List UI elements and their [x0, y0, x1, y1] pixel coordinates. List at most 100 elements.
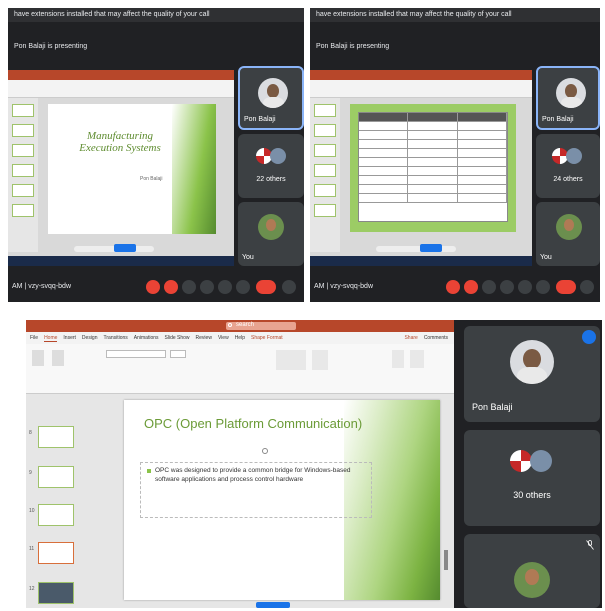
slide-thumbnail[interactable]	[314, 124, 336, 137]
microphone-off-icon[interactable]	[446, 280, 460, 294]
presenting-label: Pon Balaji is presenting	[14, 43, 88, 50]
thumb-number: 10	[29, 508, 35, 514]
check-icon[interactable]	[282, 280, 296, 294]
participant-tile-others[interactable]: 24 others	[536, 134, 600, 198]
tab-animations[interactable]: Animations	[134, 335, 159, 341]
slide-thumbnail[interactable]	[314, 164, 336, 177]
tab-help[interactable]: Help	[235, 335, 245, 341]
designer-button[interactable]	[410, 350, 424, 368]
participant-tile-others[interactable]: 30 others	[464, 430, 600, 526]
captions-icon[interactable]	[182, 280, 196, 294]
powerpoint-title-bar	[310, 70, 532, 80]
slide-thumbnail[interactable]	[12, 144, 34, 157]
slide-thumbnail[interactable]	[38, 466, 74, 488]
tab-slide-show[interactable]: Slide Show	[165, 335, 190, 341]
logo-icon	[510, 450, 532, 472]
arrange-button[interactable]	[312, 350, 328, 370]
slide-thumbnail[interactable]	[38, 542, 74, 564]
slide-thumbnail[interactable]	[38, 582, 74, 604]
slide-text-box[interactable]: OPC was designed to provide a common bri…	[140, 462, 372, 518]
participant-tile-others[interactable]: 22 others	[238, 134, 304, 198]
font-selector[interactable]	[106, 350, 166, 358]
slide-thumbnail[interactable]	[12, 204, 34, 217]
camera-off-icon[interactable]	[164, 280, 178, 294]
slide-thumbnail[interactable]	[12, 124, 34, 137]
raise-hand-icon[interactable]	[200, 280, 214, 294]
participant-tile-pon-balaji[interactable]: Pon Balaji	[238, 66, 304, 130]
new-slide-button[interactable]	[52, 350, 64, 366]
participant-tile-pon-balaji[interactable]: Pon Balaji	[536, 66, 600, 130]
meeting-code: AM | vzy-svqq-bdw	[314, 283, 373, 290]
participant-name: Pon Balaji	[244, 116, 276, 123]
slide-thumbnail[interactable]	[314, 144, 336, 157]
tab-view[interactable]: View	[218, 335, 229, 341]
others-count: 24 others	[553, 176, 583, 183]
slide-thumbnail[interactable]	[314, 184, 336, 197]
more-options-icon[interactable]	[236, 280, 250, 294]
captions-icon[interactable]	[482, 280, 496, 294]
presenting-label: Pon Balaji is presenting	[316, 43, 390, 50]
tab-insert[interactable]: Insert	[63, 335, 76, 341]
end-call-button[interactable]	[256, 280, 276, 294]
participant-tile-pon-balaji[interactable]: Pon Balaji	[464, 326, 600, 422]
scrollbar[interactable]	[444, 550, 448, 570]
check-icon[interactable]	[580, 280, 594, 294]
extensions-warning-banner: have extensions installed that may affec…	[8, 8, 304, 22]
slide-thumbnail[interactable]	[12, 104, 34, 117]
search-box[interactable]: search	[226, 322, 296, 330]
stop-presenting-button[interactable]	[420, 244, 442, 252]
more-options-icon[interactable]	[536, 280, 550, 294]
participant-tile-you[interactable]: You	[536, 202, 600, 266]
paste-button[interactable]	[32, 350, 44, 366]
avatar	[258, 78, 288, 108]
participant-tile-you[interactable]	[464, 534, 600, 608]
slide-thumbnail[interactable]	[314, 204, 336, 217]
avatar	[556, 214, 582, 240]
slide-thumbnail[interactable]	[314, 104, 336, 117]
stop-presenting-button[interactable]	[256, 602, 290, 608]
bullet-icon	[147, 469, 151, 473]
avatar	[510, 340, 554, 384]
raise-hand-icon[interactable]	[500, 280, 514, 294]
tab-review[interactable]: Review	[196, 335, 212, 341]
end-call-button[interactable]	[556, 280, 576, 294]
current-slide: OPC (Open Platform Communication) OPC wa…	[124, 400, 440, 600]
avatar	[514, 562, 550, 598]
speaking-indicator-icon	[582, 330, 596, 344]
ribbon-tabs: File Home Insert Design Transitions Anim…	[26, 332, 454, 344]
slide-thumbnail[interactable]	[12, 164, 34, 177]
avatar	[258, 214, 284, 240]
powerpoint-title-bar	[8, 70, 234, 80]
comments-button[interactable]: Comments	[424, 335, 448, 341]
powerpoint-ribbon	[8, 80, 234, 98]
participant-tile-you[interactable]: You	[238, 202, 304, 266]
ribbon-toolbar	[26, 344, 454, 394]
participant-name: Pon Balaji	[472, 402, 513, 412]
dictate-button[interactable]	[392, 350, 404, 368]
slide-thumbnail[interactable]	[38, 426, 74, 448]
meet-window-3: search File Home Insert Design Transitio…	[26, 320, 602, 608]
tab-file[interactable]: File	[30, 335, 38, 341]
text-box-handle[interactable]	[262, 448, 268, 454]
tab-transitions[interactable]: Transitions	[104, 335, 128, 341]
tab-shape-format[interactable]: Shape Format	[251, 335, 283, 341]
thumb-number: 11	[29, 546, 35, 552]
present-icon[interactable]	[218, 280, 232, 294]
font-size-selector[interactable]	[170, 350, 186, 358]
share-button[interactable]: Share	[404, 335, 417, 341]
stop-presenting-button[interactable]	[114, 244, 136, 252]
slide-thumbnail[interactable]	[12, 184, 34, 197]
participant-name: You	[540, 254, 552, 261]
slide-thumbnail[interactable]	[38, 504, 74, 526]
slide-title[interactable]: OPC (Open Platform Communication)	[144, 416, 362, 431]
shapes-gallery[interactable]	[276, 350, 306, 370]
camera-off-icon[interactable]	[464, 280, 478, 294]
meeting-controls: AM | vzy-svqq-bdw	[8, 272, 304, 302]
powerpoint-window: search File Home Insert Design Transitio…	[26, 320, 454, 608]
presentation-toolbar[interactable]	[376, 246, 456, 252]
tab-home[interactable]: Home	[44, 335, 58, 342]
tab-design[interactable]: Design	[82, 335, 98, 341]
microphone-off-icon[interactable]	[146, 280, 160, 294]
slide-title: Manufacturing Execution Systems	[79, 130, 161, 154]
present-icon[interactable]	[518, 280, 532, 294]
